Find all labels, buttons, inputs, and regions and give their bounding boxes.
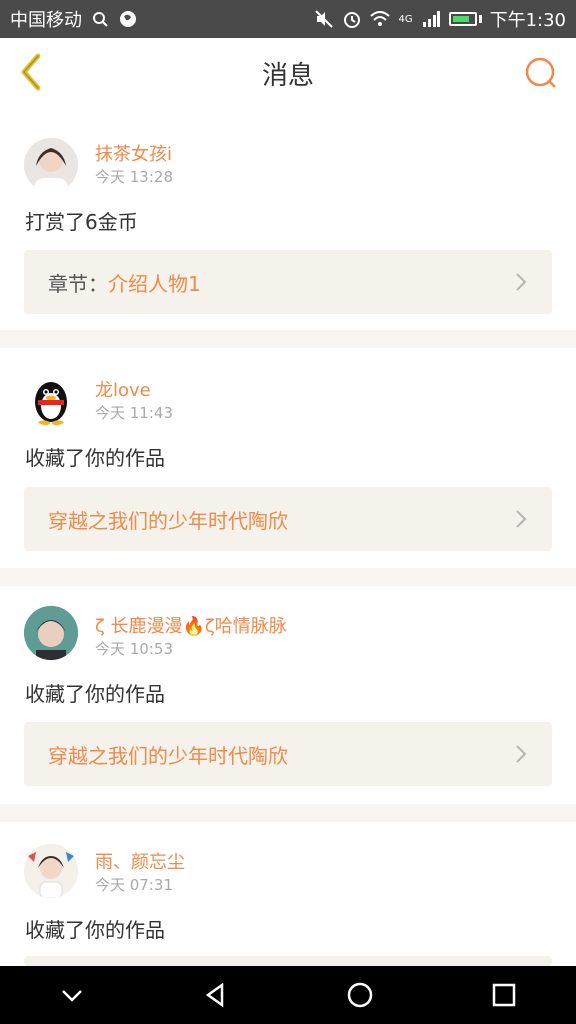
message-action: 打赏了6金币 <box>25 210 138 234</box>
avatar[interactable] <box>24 372 78 426</box>
carrier-label: 中国移动 <box>10 10 82 31</box>
section-divider <box>0 568 576 586</box>
username[interactable]: 雨、颜忘尘 <box>95 848 185 874</box>
work-link[interactable] <box>24 956 552 966</box>
work-link[interactable]: 章节： 介绍人物1 <box>24 250 552 314</box>
message-action: 收藏了你的作品 <box>25 682 165 706</box>
search-button[interactable] <box>524 56 558 90</box>
avatar[interactable] <box>24 844 78 898</box>
avatar[interactable] <box>24 606 78 660</box>
message-time: 今天 10:53 <box>95 640 173 658</box>
signal-icon <box>421 9 441 29</box>
status-bar: 中国移动 4G 下午1:30 <box>0 0 576 38</box>
message-list: 抹茶女孩i 今天 13:28 打赏了6金币 章节： 介绍人物1 龙love 今天… <box>0 108 576 966</box>
chevron-right-icon <box>516 510 527 528</box>
section-divider <box>0 804 576 822</box>
chevron-right-icon <box>516 273 527 291</box>
message-action: 收藏了你的作品 <box>25 918 165 942</box>
back-button[interactable] <box>14 52 54 92</box>
avatar[interactable] <box>24 138 78 192</box>
work-link[interactable]: 穿越之我们的少年时代陶欣 <box>24 722 552 786</box>
message-time: 今天 13:28 <box>95 168 173 186</box>
username[interactable]: ζ 长鹿漫漫🔥ζ哈情脉脉 <box>95 612 287 638</box>
link-title: 介绍人物1 <box>108 271 201 296</box>
recents-square-icon[interactable] <box>489 980 519 1010</box>
message-time: 今天 07:31 <box>95 876 173 894</box>
message-action: 收藏了你的作品 <box>25 446 165 470</box>
chevron-left-icon <box>21 53 41 91</box>
wifi-icon <box>370 9 391 29</box>
search-icon <box>525 57 556 88</box>
message-card: 抹茶女孩i 今天 13:28 打赏了6金币 章节： 介绍人物1 <box>0 108 576 330</box>
message-time: 今天 11:43 <box>95 404 173 422</box>
system-navigation-bar <box>0 966 576 1024</box>
alarm-icon <box>342 9 362 29</box>
message-card: 龙love 今天 11:43 收藏了你的作品 穿越之我们的少年时代陶欣 <box>0 348 576 568</box>
header-bar: 消息 <box>0 38 576 109</box>
status-right: 4G 下午1:30 <box>314 6 566 32</box>
username[interactable]: 抹茶女孩i <box>95 140 172 166</box>
battery-tip <box>478 15 482 23</box>
status-left: 中国移动 <box>10 6 138 32</box>
network-type: 4G <box>398 13 413 25</box>
username[interactable]: 龙love <box>95 376 151 402</box>
home-circle-icon[interactable] <box>345 980 375 1010</box>
globe-icon <box>118 9 138 29</box>
link-prefix: 章节： <box>48 271 108 296</box>
status-time: 下午1:30 <box>489 10 566 31</box>
link-title: 穿越之我们的少年时代陶欣 <box>48 743 288 768</box>
chevron-down-icon[interactable] <box>57 980 87 1010</box>
back-triangle-icon[interactable] <box>201 980 231 1010</box>
section-divider <box>0 330 576 348</box>
message-card: ζ 长鹿漫漫🔥ζ哈情脉脉 今天 10:53 收藏了你的作品 穿越之我们的少年时代… <box>0 586 576 804</box>
message-card: 雨、颜忘尘 今天 07:31 收藏了你的作品 <box>0 822 576 966</box>
page-title: 消息 <box>261 60 314 91</box>
work-link[interactable]: 穿越之我们的少年时代陶欣 <box>24 487 552 551</box>
battery-icon <box>448 12 477 26</box>
chevron-right-icon <box>516 745 527 763</box>
link-title: 穿越之我们的少年时代陶欣 <box>48 508 288 533</box>
mute-icon <box>314 9 334 29</box>
search-small-icon <box>90 9 110 29</box>
